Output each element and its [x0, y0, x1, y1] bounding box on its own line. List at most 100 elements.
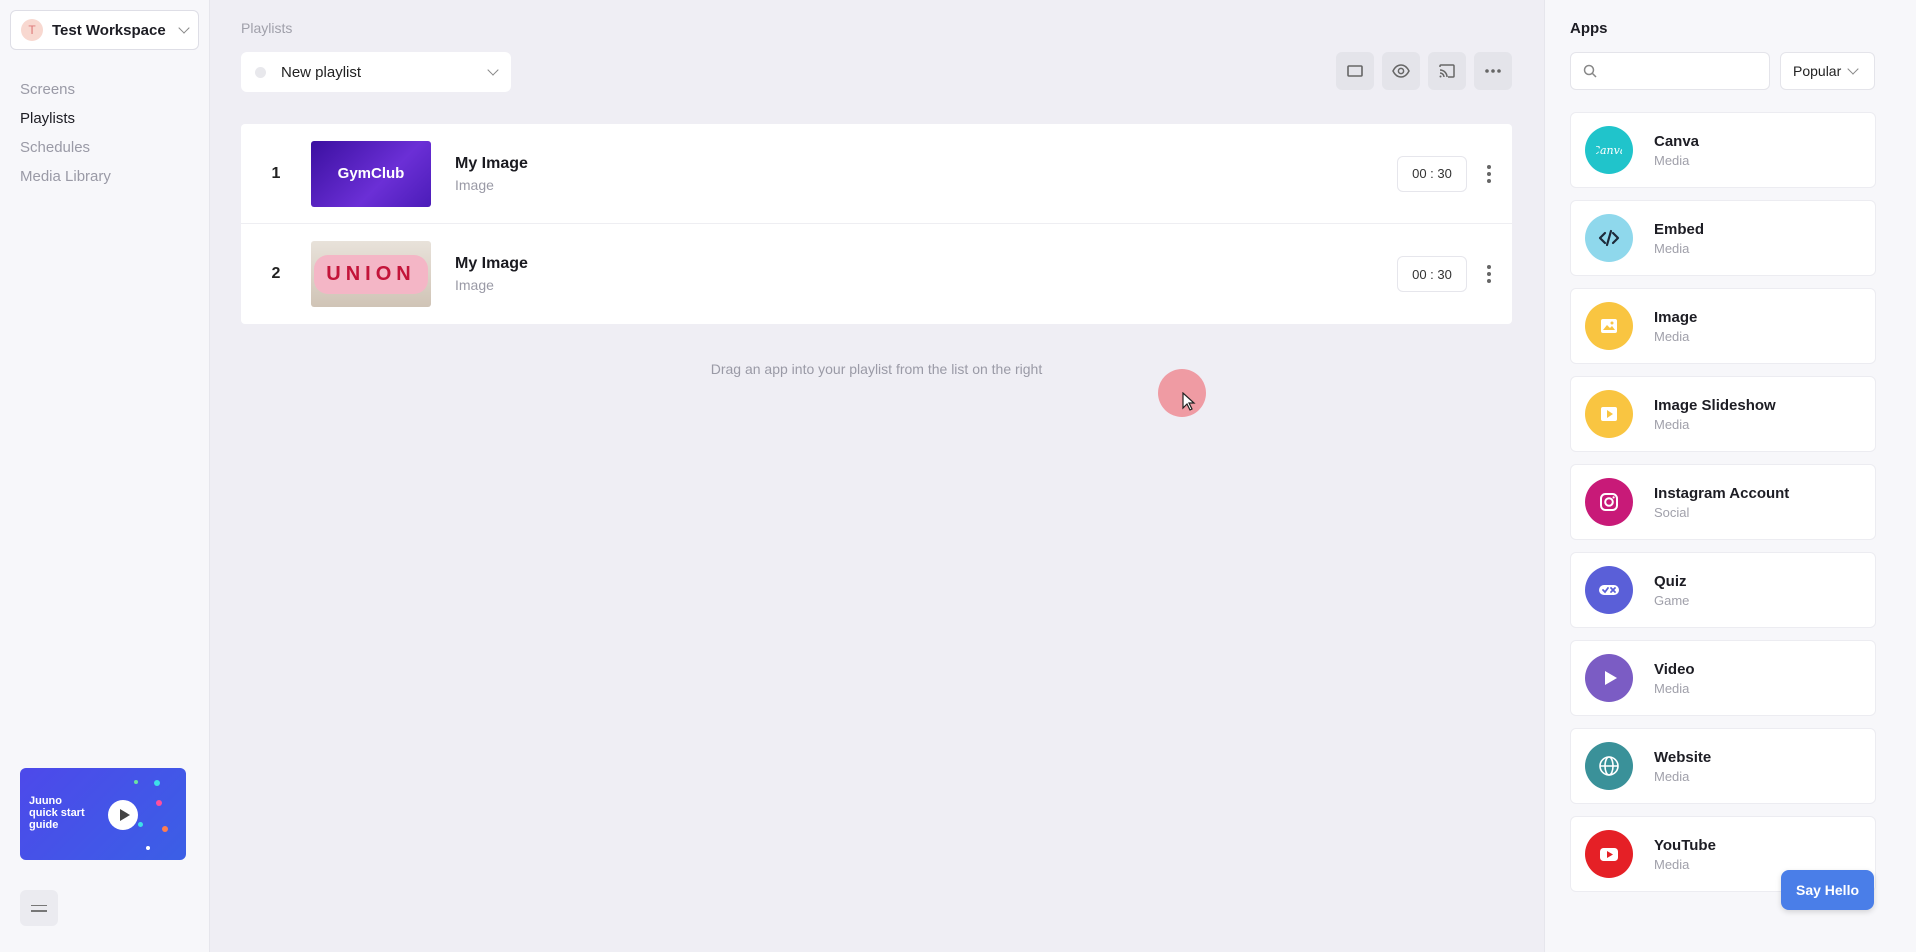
duration-field[interactable]: 00 : 30 — [1397, 155, 1467, 192]
apps-search[interactable] — [1570, 52, 1770, 90]
cast-button[interactable] — [1428, 52, 1466, 90]
app-card-website[interactable]: Website Media — [1570, 728, 1876, 804]
item-menu-button[interactable] — [1484, 260, 1494, 288]
app-category: Media — [1654, 416, 1690, 432]
playlist-item-row[interactable]: 1 GymClub My Image Image 00 : 30 — [241, 124, 1512, 224]
apps-search-input[interactable] — [1605, 63, 1757, 79]
item-title: My Image — [455, 255, 528, 272]
canva-icon: Canva — [1585, 126, 1633, 174]
item-title: My Image — [455, 154, 528, 172]
playlist-toolbar — [1336, 52, 1512, 90]
app-card-image-slideshow[interactable]: Image Slideshow Media — [1570, 376, 1876, 452]
cursor-icon — [1182, 392, 1196, 411]
quick-start-guide-card[interactable]: Juuno quick start guide — [20, 768, 186, 860]
sort-label: Popular — [1793, 63, 1842, 79]
playlist-selector[interactable]: New playlist — [241, 52, 511, 92]
app-card-instagram-account[interactable]: Instagram Account Social — [1570, 464, 1876, 540]
cast-icon — [1439, 64, 1455, 78]
sidebar: T Test Workspace Screens Playlists Sched… — [0, 0, 210, 952]
playlist-items: 1 GymClub My Image Image 00 : 30 2 UNION… — [241, 124, 1512, 324]
kebab-icon — [1487, 265, 1491, 269]
duration-field[interactable]: 00 : 30 — [1397, 256, 1467, 292]
orientation-button[interactable] — [1336, 52, 1374, 90]
nav-item-playlists[interactable]: Playlists — [20, 107, 111, 136]
item-menu-button[interactable] — [1484, 160, 1494, 188]
app-name: Video — [1654, 660, 1695, 678]
app-category: Media — [1654, 152, 1690, 168]
thumbnail-text: UNION — [314, 254, 428, 294]
slideshow-icon — [1585, 390, 1633, 438]
rectangle-icon — [1347, 65, 1363, 77]
app-name: YouTube — [1654, 836, 1716, 854]
say-hello-button[interactable]: Say Hello — [1781, 870, 1874, 910]
preview-button[interactable] — [1382, 52, 1420, 90]
item-thumbnail: GymClub — [311, 140, 431, 207]
guide-title: Juuno quick start guide — [29, 795, 85, 831]
svg-text:Canva: Canva — [1596, 144, 1622, 157]
play-icon — [108, 800, 138, 830]
more-options-button[interactable] — [1474, 52, 1512, 90]
app-name: Canva — [1654, 132, 1700, 150]
confetti-dot — [138, 822, 143, 827]
item-thumbnail: UNION — [311, 241, 431, 307]
youtube-icon — [1585, 830, 1633, 878]
app-card-quiz[interactable]: Quiz Game — [1570, 552, 1876, 628]
code-icon — [1585, 214, 1633, 262]
confetti-dot — [156, 800, 162, 806]
app-name: Image Slideshow — [1654, 396, 1776, 414]
drag-hint: Drag an app into your playlist from the … — [710, 361, 1043, 377]
app-category: Media — [1654, 856, 1690, 872]
hamburger-menu-button[interactable] — [20, 890, 58, 926]
nav-item-media-library[interactable]: Media Library — [20, 165, 111, 194]
playlist-status-dot — [255, 66, 266, 78]
item-info: My Image Image — [455, 255, 528, 293]
app-category: Game — [1654, 592, 1690, 608]
app-card-embed[interactable]: Embed Media — [1570, 200, 1876, 276]
hamburger-icon — [31, 904, 47, 906]
thumbnail-text: GymClub — [337, 165, 405, 182]
workspace-avatar: T — [21, 19, 43, 41]
main-nav: Screens Playlists Schedules Media Librar… — [20, 78, 111, 194]
nav-item-schedules[interactable]: Schedules — [20, 136, 111, 165]
workspace-name: Test Workspace — [52, 21, 166, 39]
app-category: Media — [1654, 680, 1690, 696]
app-category: Media — [1654, 768, 1690, 784]
more-icon — [1485, 69, 1501, 73]
image-icon — [1585, 302, 1633, 350]
item-index: 1 — [271, 164, 281, 182]
eye-icon — [1392, 64, 1410, 78]
apps-title: Apps — [1570, 20, 1608, 37]
apps-panel: Apps Popular Canva Canva Media Embed Media… — [1544, 0, 1916, 952]
app-name: Embed — [1654, 220, 1705, 238]
item-index: 2 — [271, 265, 281, 282]
app-card-canva[interactable]: Canva Canva Media — [1570, 112, 1876, 188]
chevron-down-icon — [487, 64, 499, 76]
globe-icon — [1585, 742, 1633, 790]
app-name: Quiz — [1654, 572, 1687, 590]
app-name: Instagram Account — [1654, 484, 1790, 502]
app-category: Media — [1654, 240, 1690, 256]
confetti-dot — [154, 780, 160, 786]
app-name: Image — [1654, 308, 1698, 326]
chevron-down-icon — [178, 22, 190, 34]
item-type: Image — [455, 176, 494, 193]
app-card-image[interactable]: Image Media — [1570, 288, 1876, 364]
confetti-dot — [134, 780, 138, 784]
breadcrumb[interactable]: Playlists — [241, 20, 292, 36]
item-type: Image — [455, 277, 494, 293]
app-category: Social — [1654, 504, 1690, 520]
playlist-item-row[interactable]: 2 UNION My Image Image 00 : 30 — [241, 224, 1512, 324]
apps-sort-dropdown[interactable]: Popular — [1780, 52, 1875, 90]
confetti-dot — [162, 826, 168, 832]
workspace-switcher[interactable]: T Test Workspace — [10, 10, 199, 50]
app-name: Website — [1654, 748, 1712, 766]
app-card-video[interactable]: Video Media — [1570, 640, 1876, 716]
chevron-down-icon — [1847, 63, 1859, 75]
kebab-icon — [1487, 164, 1491, 169]
app-category: Media — [1654, 328, 1690, 344]
instagram-icon — [1585, 478, 1633, 526]
quiz-icon — [1585, 566, 1633, 614]
playlist-name: New playlist — [281, 63, 362, 81]
confetti-dot — [146, 846, 150, 850]
nav-item-screens[interactable]: Screens — [20, 78, 111, 107]
